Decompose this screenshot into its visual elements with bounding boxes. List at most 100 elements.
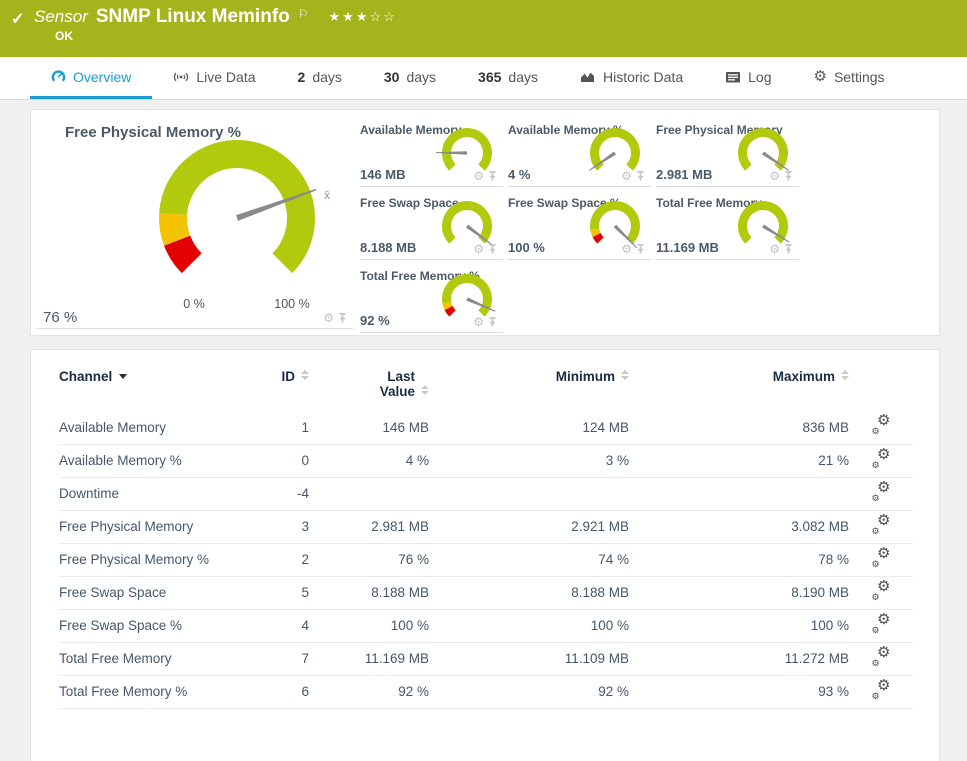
last-value: 92 % xyxy=(309,675,429,709)
gear-icon[interactable]: ⚙ xyxy=(769,243,780,255)
gauge-max-label: 100 % xyxy=(274,297,310,311)
gauge-value: 146 MB xyxy=(360,167,406,182)
small-gauges-grid: Available Memory 146 MB ⚙ Available Memo… xyxy=(353,110,939,335)
channel-settings-icon[interactable]: ⚙ ⚙ xyxy=(872,678,891,701)
pin-icon[interactable] xyxy=(784,170,793,182)
pin-icon[interactable] xyxy=(636,170,645,182)
minimum-value xyxy=(429,477,629,511)
channel-settings-icon[interactable]: ⚙ ⚙ xyxy=(872,447,891,470)
pin-icon[interactable] xyxy=(338,312,347,324)
minimum-value: 74 % xyxy=(429,543,629,577)
channel-id: 6 xyxy=(249,675,309,709)
table-header-row: Channel ID Last Value Minimum Maximum xyxy=(59,363,913,411)
flag-icon[interactable]: ⚐ xyxy=(298,7,309,21)
tab-2-days[interactable]: 2 days xyxy=(277,57,363,99)
channel-id: 5 xyxy=(249,576,309,610)
tab-live-data[interactable]: Live Data xyxy=(152,57,276,99)
table-row: Total Free Memory 7 11.169 MB 11.109 MB … xyxy=(59,642,913,676)
gear-icon[interactable]: ⚙ xyxy=(323,312,334,324)
tab-label: Live Data xyxy=(196,68,256,85)
column-header-minimum[interactable]: Minimum xyxy=(429,363,629,411)
last-value: 76 % xyxy=(309,543,429,577)
channel-settings-icon[interactable]: ⚙ ⚙ xyxy=(872,645,891,668)
status-check-icon: ✓ xyxy=(11,11,25,28)
table-row: Free Physical Memory % 2 76 % 74 % 78 % … xyxy=(59,543,913,577)
gauge-actions: ⚙ xyxy=(769,170,793,182)
last-value: 2.981 MB xyxy=(309,510,429,544)
gear-icon[interactable]: ⚙ xyxy=(621,243,632,255)
gauge-available-memory: Available Memory 146 MB ⚙ xyxy=(360,116,503,187)
sort-icon xyxy=(301,370,309,380)
tab-overview[interactable]: Overview xyxy=(30,57,153,99)
minimum-value: 2.921 MB xyxy=(429,510,629,544)
channel-name: Free Swap Space % xyxy=(59,609,249,643)
pin-icon[interactable] xyxy=(488,316,497,328)
channel-id: 2 xyxy=(249,543,309,577)
gear-icon[interactable]: ⚙ xyxy=(473,243,484,255)
gauge-free-physical-memory-pct: Free Physical Memory % x̄ 0 % 100 % 76 %… xyxy=(37,116,353,329)
channel-settings-icon[interactable]: ⚙ ⚙ xyxy=(872,579,891,602)
sensor-tabs: Overview Live Data 2 days 30 days 365 da… xyxy=(0,57,967,100)
gauge-actions: ⚙ xyxy=(621,170,645,182)
gauge-free-swap-space-pct: Free Swap Space % 100 % ⚙ xyxy=(508,189,651,260)
table-row: Downtime -4 ⚙ ⚙ xyxy=(59,477,913,511)
channels-table: Channel ID Last Value Minimum Maximum Av… xyxy=(59,363,913,709)
gear-icon[interactable]: ⚙ xyxy=(473,170,484,182)
maximum-value: 100 % xyxy=(629,609,849,643)
pin-icon[interactable] xyxy=(488,243,497,255)
tab-label: Overview xyxy=(73,68,132,85)
maximum-value: 836 MB xyxy=(629,411,849,445)
gauge-total-free-memory: Total Free Memory 11.169 MB ⚙ xyxy=(656,189,799,260)
priority-stars[interactable]: ★★★☆☆ xyxy=(329,9,397,25)
gauge-value: 11.169 MB xyxy=(656,240,719,255)
gear-icon[interactable]: ⚙ xyxy=(473,316,484,328)
gauge-value: 8.188 MB xyxy=(360,240,417,255)
pin-icon[interactable] xyxy=(784,243,793,255)
pin-icon[interactable] xyxy=(488,170,497,182)
tab-settings[interactable]: ⚙ Settings xyxy=(792,57,905,99)
gauge-value: 4 % xyxy=(508,167,531,182)
column-header-last-value[interactable]: Last Value xyxy=(309,363,429,411)
channel-id: 0 xyxy=(249,444,309,478)
page-title: SNMP Linux Meminfo xyxy=(95,6,290,27)
maximum-value: 78 % xyxy=(629,543,849,577)
channel-id: 3 xyxy=(249,510,309,544)
sensor-title-line: Sensor SNMP Linux Meminfo ⚐ ★★★☆☆ xyxy=(34,6,397,28)
gear-icon[interactable]: ⚙ xyxy=(621,170,632,182)
minimum-value: 124 MB xyxy=(429,411,629,445)
channel-settings-icon[interactable]: ⚙ ⚙ xyxy=(872,480,891,503)
gauge-actions: ⚙ xyxy=(621,243,645,255)
gauge-value: 2.981 MB xyxy=(656,167,713,182)
channel-settings-icon[interactable]: ⚙ ⚙ xyxy=(872,546,891,569)
pin-icon[interactable] xyxy=(636,243,645,255)
status-badge: OK xyxy=(55,29,73,43)
column-header-maximum[interactable]: Maximum xyxy=(629,363,849,411)
gauge-available-memory-pct: Available Memory % 4 % ⚙ xyxy=(508,116,651,187)
channel-settings-icon[interactable]: ⚙ ⚙ xyxy=(872,413,891,436)
channel-name: Downtime xyxy=(59,477,249,511)
column-header-id[interactable]: ID xyxy=(249,363,309,411)
channel-name: Free Physical Memory xyxy=(59,510,249,544)
tab-historic-data[interactable]: Historic Data xyxy=(559,57,704,99)
channel-name: Free Physical Memory % xyxy=(59,543,249,577)
maximum-value: 8.190 MB xyxy=(629,576,849,610)
tab-label: Log xyxy=(748,68,772,85)
gauge-value: 92 % xyxy=(360,313,390,328)
tab-365-days[interactable]: 365 days xyxy=(457,57,559,99)
area-chart-icon xyxy=(580,72,594,82)
gauge-actions: ⚙ xyxy=(473,243,497,255)
channel-name: Available Memory % xyxy=(59,444,249,478)
gauge-actions: ⚙ xyxy=(473,316,497,328)
maximum-value: 93 % xyxy=(629,675,849,709)
gauge-actions: ⚙ xyxy=(323,312,347,324)
column-header-channel[interactable]: Channel xyxy=(59,363,249,411)
sort-icon xyxy=(621,370,629,380)
channel-settings-icon[interactable]: ⚙ ⚙ xyxy=(872,513,891,536)
channel-id: 4 xyxy=(249,609,309,643)
channel-name: Total Free Memory % xyxy=(59,675,249,709)
minimum-value: 8.188 MB xyxy=(429,576,629,610)
tab-log[interactable]: Log xyxy=(704,57,792,99)
tab-30-days[interactable]: 30 days xyxy=(363,57,457,99)
channel-settings-icon[interactable]: ⚙ ⚙ xyxy=(872,612,891,635)
gear-icon[interactable]: ⚙ xyxy=(769,170,780,182)
